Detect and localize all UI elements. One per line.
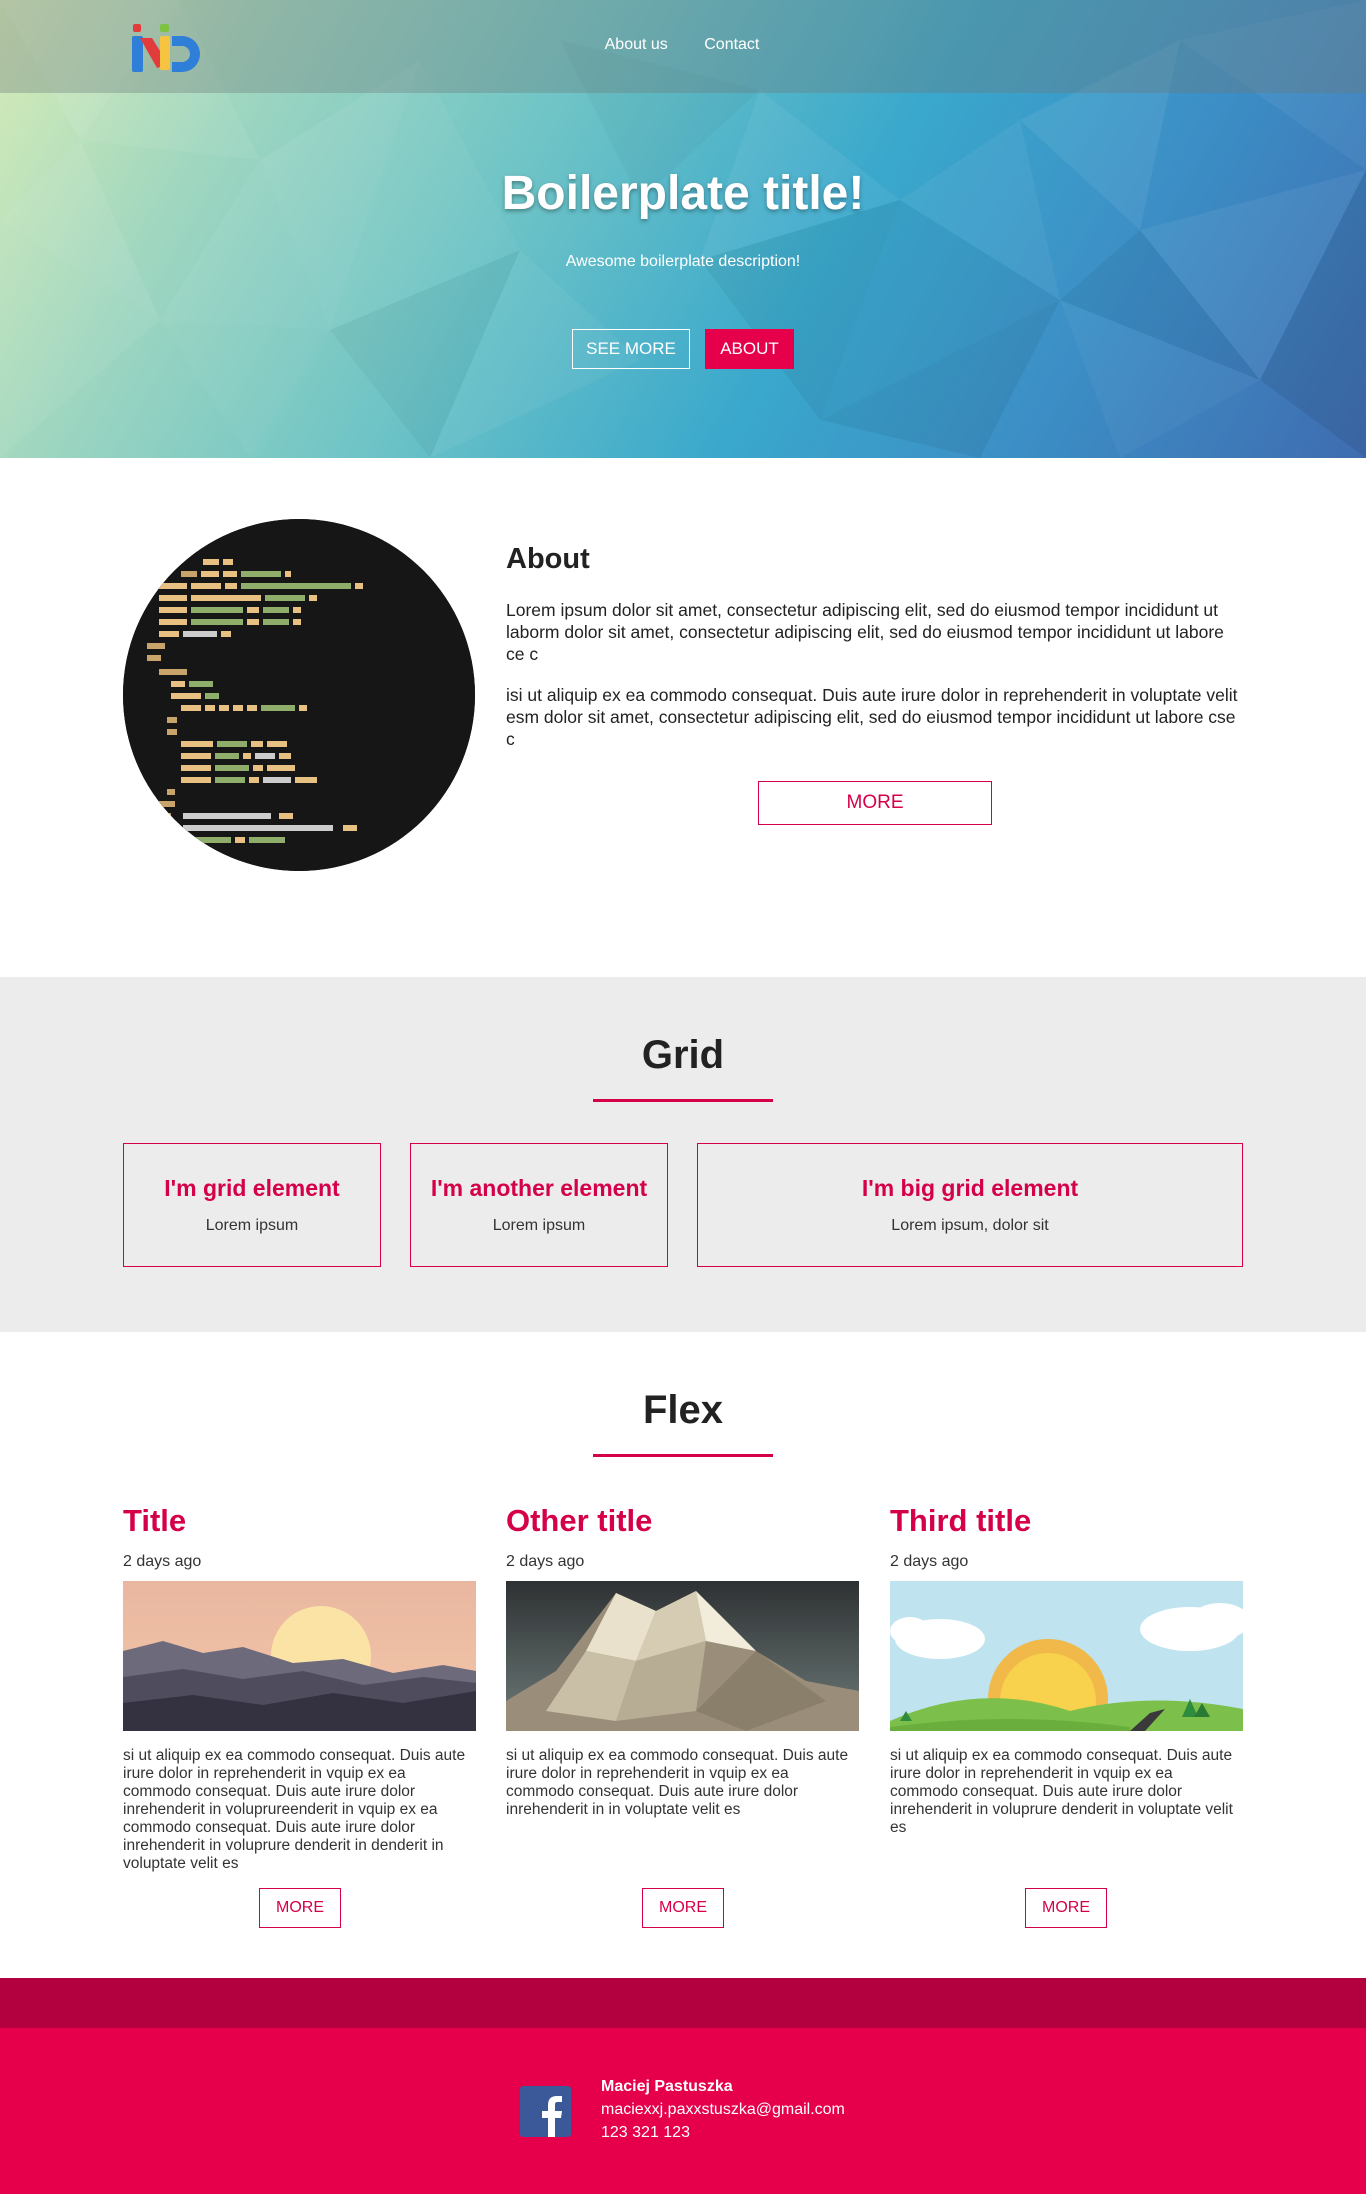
flex-item-date: 2 days ago [506, 1553, 585, 1570]
flex-item-image [123, 1581, 476, 1731]
about-more-button[interactable]: MORE [758, 781, 992, 825]
grid-card-1: I'm grid element Lorem ipsum [123, 1143, 381, 1267]
grid-card-2: I'm another element Lorem ipsum [410, 1143, 668, 1267]
code-image [123, 519, 475, 871]
contact-name: Maciej Pastuszka [601, 2078, 733, 2095]
flex-item-text: si ut aliquip ex ea commodo consequat. D… [506, 1747, 849, 1818]
contact-phone: 123 321 123 [601, 2124, 690, 2141]
flex-item-image [890, 1581, 1243, 1731]
about-code-image [123, 519, 475, 871]
about-paragraph-2: isi ut aliquip ex ea commodo consequat. … [506, 685, 1238, 749]
sunset-mountains [123, 1581, 476, 1731]
grid-card-title: I'm big grid element [861, 1175, 1079, 1201]
flex-item-title[interactable]: Third title [890, 1503, 1243, 1539]
about-button[interactable]: ABOUT [705, 329, 794, 369]
flex-item-text: si ut aliquip ex ea commodo consequat. D… [890, 1747, 1233, 1836]
hero-title: Boilerplate title! [501, 167, 865, 220]
sunny-hills [890, 1581, 1243, 1731]
hero-description: Awesome boilerplate description! [565, 253, 801, 270]
flex-item-1-more-button[interactable]: MORE [259, 1888, 341, 1928]
flex-item-title[interactable]: Title [123, 1503, 476, 1539]
low-poly-mountain [506, 1581, 859, 1731]
grid-card-title: I'm grid element [164, 1175, 340, 1201]
main-nav: About us Contact [0, 36, 1366, 54]
grid-card-3: I'm big grid element Lorem ipsum, dolor … [697, 1143, 1243, 1267]
nav-about-us[interactable]: About us [605, 36, 668, 53]
flex-item-image [506, 1581, 859, 1731]
grid-card-text: Lorem ipsum [492, 1217, 586, 1234]
flex-item-date: 2 days ago [890, 1553, 969, 1570]
flex-item-1: Title 2 days ago si ut aliquip ex ea com… [123, 1503, 476, 1873]
hero-section: About us Contact Boilerplate title! Awes… [0, 0, 1366, 458]
contact-email[interactable]: maciexxj.paxxstuszka@gmail.com [601, 2101, 845, 2119]
flex-title: Flex [642, 1388, 724, 1432]
flex-item-2-more-button[interactable]: MORE [642, 1888, 724, 1928]
footer-band [0, 1978, 1366, 2028]
grid-card-text: Lorem ipsum, dolor sit [891, 1217, 1049, 1234]
about-paragraph-1: Lorem ipsum dolor sit amet, consectetur … [506, 600, 1224, 664]
grid-card-title: I'm another element [430, 1175, 648, 1201]
about-title: About [506, 543, 590, 575]
facebook-icon[interactable] [520, 2086, 571, 2137]
flex-item-title[interactable]: Other title [506, 1503, 859, 1539]
grid-card-text: Lorem ipsum [205, 1217, 299, 1234]
see-more-button[interactable]: SEE MORE [572, 329, 690, 369]
flex-item-date: 2 days ago [123, 1553, 202, 1570]
flex-item-3: Third title 2 days ago si ut aliquip ex … [890, 1503, 1243, 1837]
flex-item-2: Other title 2 days ago si ut aliquip ex … [506, 1503, 859, 1819]
nav-contact[interactable]: Contact [704, 36, 759, 53]
flex-title-underline [593, 1454, 773, 1457]
flex-item-3-more-button[interactable]: MORE [1025, 1888, 1107, 1928]
flex-item-text: si ut aliquip ex ea commodo consequat. D… [123, 1747, 466, 1872]
grid-title-underline [593, 1099, 773, 1102]
grid-title: Grid [641, 1033, 725, 1077]
